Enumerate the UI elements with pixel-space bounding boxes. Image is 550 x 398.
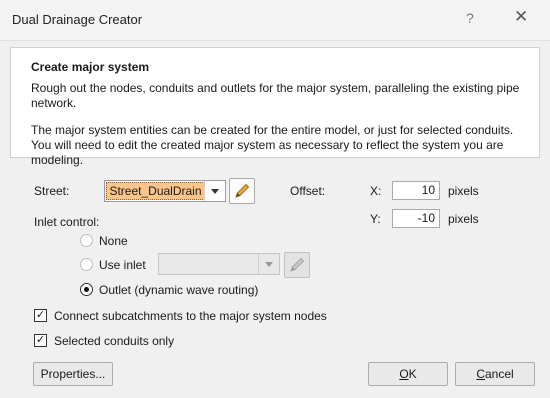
- inlet-control-label: Inlet control:: [34, 215, 100, 229]
- inlet-combobox[interactable]: [158, 253, 280, 275]
- street-combobox[interactable]: Street_DualDrain: [104, 180, 226, 202]
- street-label: Street:: [34, 184, 70, 198]
- panel-description-1: Rough out the nodes, conduits and outlet…: [31, 81, 520, 110]
- window-title: Dual Drainage Creator: [12, 12, 143, 27]
- offset-y-unit: pixels: [448, 212, 479, 226]
- offset-y-input[interactable]: -10: [392, 209, 440, 228]
- radio-use-inlet[interactable]: [80, 258, 93, 271]
- offset-y-label: Y:: [370, 212, 381, 226]
- offset-x-input[interactable]: 10: [392, 181, 440, 200]
- offset-x-label: X:: [370, 184, 382, 198]
- cancel-mnemonic: C: [476, 367, 485, 381]
- cancel-label-rest: ancel: [484, 367, 514, 381]
- ok-label-rest: K: [408, 367, 417, 381]
- radio-none[interactable]: [80, 234, 93, 247]
- panel-heading: Create major system: [31, 60, 150, 74]
- radio-none-label: None: [99, 234, 128, 248]
- radio-outlet-label: Outlet (dynamic wave routing): [99, 283, 259, 297]
- description-panel: Create major system Rough out the nodes,…: [10, 47, 540, 167]
- offset-label: Offset:: [290, 184, 326, 198]
- street-combobox-value: Street_DualDrain: [106, 182, 205, 200]
- pencil-icon: [235, 183, 250, 198]
- ok-mnemonic: O: [399, 367, 409, 381]
- ok-button[interactable]: OK: [368, 362, 448, 386]
- cancel-button[interactable]: Cancel: [455, 362, 535, 386]
- connect-subcatchments-checkbox[interactable]: ✓: [34, 309, 47, 322]
- selected-conduits-checkbox[interactable]: ✓: [34, 334, 47, 347]
- panel-description-2: The major system entities can be created…: [31, 123, 514, 167]
- radio-use-inlet-label: Use inlet: [99, 258, 146, 272]
- inlet-edit-button[interactable]: [284, 252, 310, 278]
- pencil-icon: [290, 257, 305, 272]
- offset-x-unit: pixels: [448, 184, 479, 198]
- chevron-down-icon[interactable]: [258, 254, 279, 274]
- connect-subcatchments-label: Connect subcatchments to the major syste…: [54, 309, 327, 323]
- help-button[interactable]: ?: [466, 10, 474, 26]
- chevron-down-icon[interactable]: [204, 181, 225, 201]
- street-edit-button[interactable]: [229, 178, 255, 204]
- title-bar: Dual Drainage Creator ? ✕: [0, 0, 550, 41]
- radio-outlet[interactable]: [80, 283, 93, 296]
- properties-button[interactable]: Properties...: [33, 362, 113, 386]
- selected-conduits-label: Selected conduits only: [54, 334, 175, 348]
- close-button[interactable]: ✕: [514, 7, 528, 27]
